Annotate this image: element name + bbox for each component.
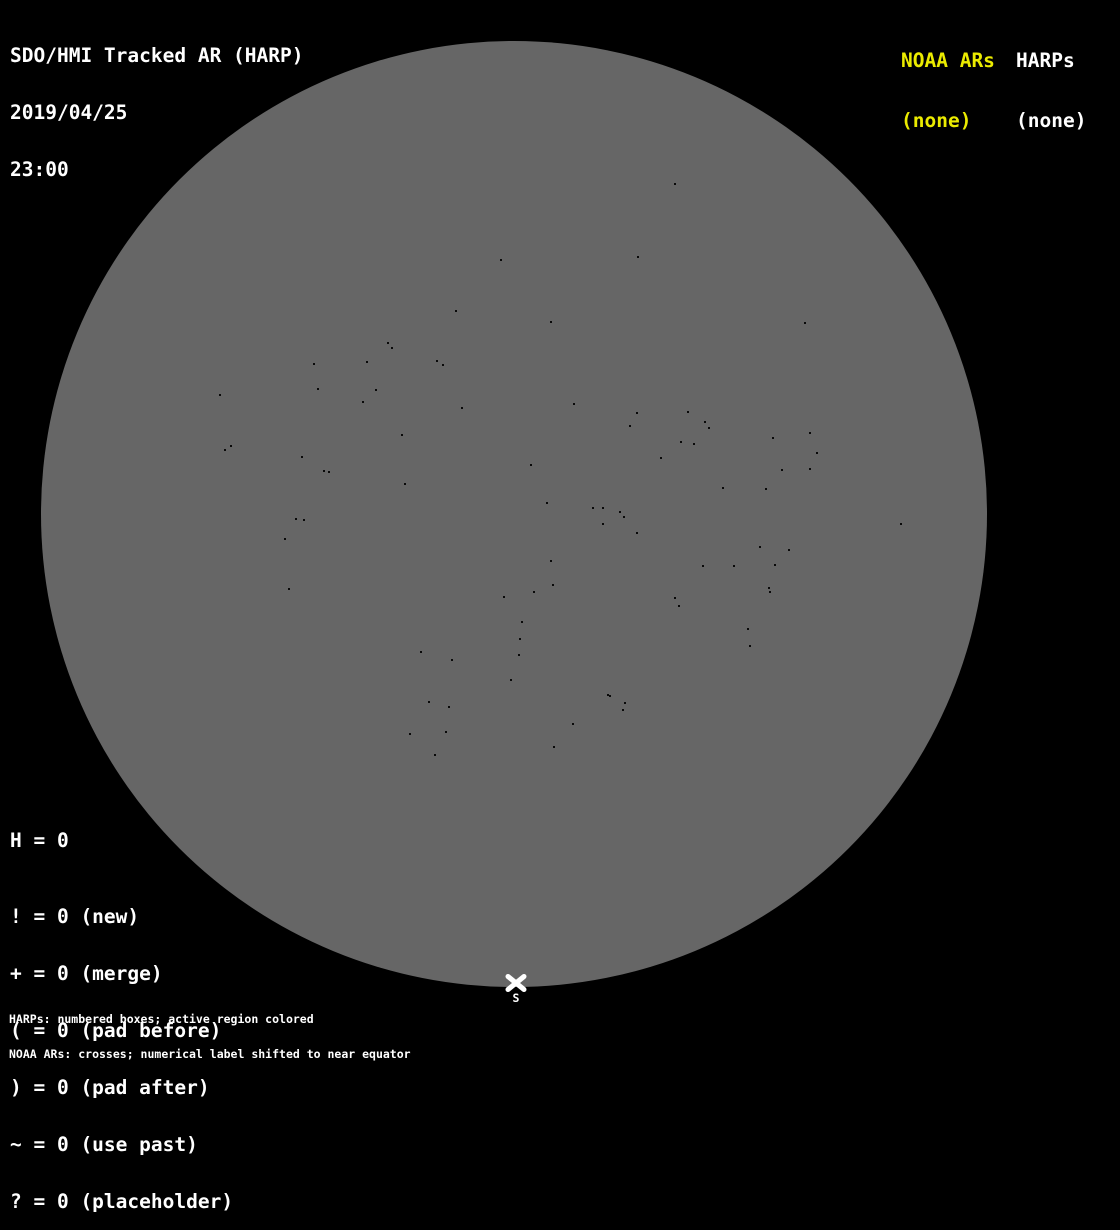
noaa-ars-value: (none)	[901, 109, 972, 132]
harps-column: HARPs (none)	[1016, 11, 1086, 151]
footer-note-noaa: NOAA ARs: crosses; numerical label shift…	[9, 1046, 411, 1061]
header-block: SDO/HMI Tracked AR (HARP) 2019/04/25 23:…	[10, 8, 304, 198]
legend-item-pad-after: ) = 0 (pad after)	[10, 1076, 210, 1099]
legend-item-use-past: ~ = 0 (use past)	[10, 1133, 198, 1156]
observation-time: 23:00	[10, 158, 69, 181]
observation-date: 2019/04/25	[10, 101, 128, 124]
legend-item-merge: + = 0 (merge)	[10, 962, 163, 985]
page-title: SDO/HMI Tracked AR (HARP)	[10, 44, 304, 67]
legend-item-placeholder: ? = 0 (placeholder)	[10, 1190, 234, 1213]
south-pole-marker: S	[505, 974, 527, 1004]
harp-count-label: H = 0	[10, 829, 69, 852]
south-pole-label: S	[512, 991, 520, 1005]
harps-value: (none)	[1016, 109, 1087, 132]
south-pole-x-icon	[505, 974, 527, 992]
harps-label: HARPs	[1016, 49, 1075, 72]
noaa-ars-label: NOAA ARs	[901, 49, 995, 72]
footer-notes: HARPs: numbered boxes; active region col…	[9, 991, 411, 1072]
legend-item-new: ! = 0 (new)	[10, 905, 140, 928]
noaa-ars-column: NOAA ARs (none)	[901, 11, 995, 151]
